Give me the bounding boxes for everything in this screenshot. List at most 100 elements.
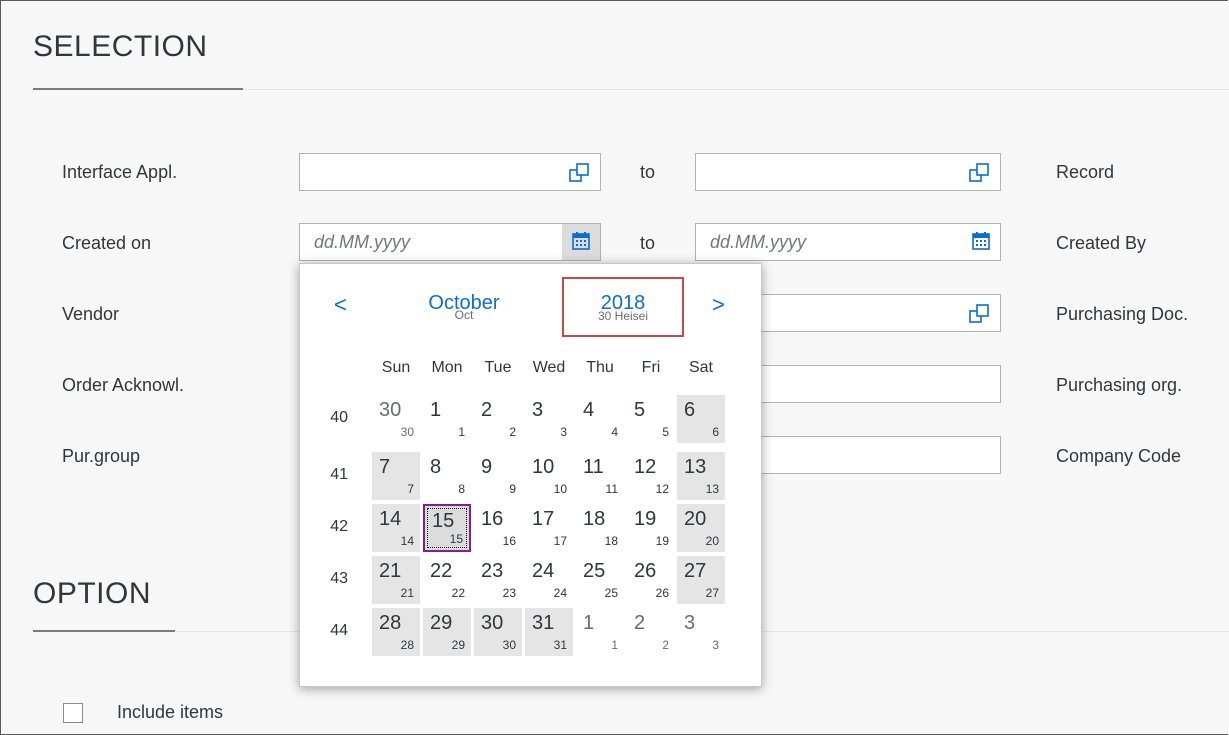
day-secondary-number: 12 <box>655 482 669 496</box>
day-number: 30 <box>379 399 402 421</box>
calendar-button[interactable] <box>962 224 1000 260</box>
created-on-from-input[interactable]: dd.MM.yyyy <box>299 223 601 261</box>
option-title: OPTION <box>33 577 152 610</box>
calendar-day[interactable]: 55 <box>627 395 675 443</box>
calendar-day[interactable]: 22 <box>627 608 675 656</box>
day-secondary-number: 14 <box>400 534 414 548</box>
calendar-day[interactable]: 23 23 <box>474 556 522 604</box>
calendar-day[interactable]: 26 26 <box>627 556 675 604</box>
created-on-from-placeholder: dd.MM.yyyy <box>314 232 411 252</box>
day-secondary-number: 1 <box>611 638 618 652</box>
day-secondary-number: 21 <box>400 586 414 600</box>
calendar-day[interactable]: 31 31 <box>525 608 573 656</box>
calendar-day[interactable]: 22 <box>474 395 522 443</box>
day-secondary-number: 3 <box>560 425 567 439</box>
calendar-day[interactable]: 11 <box>576 608 624 656</box>
created-by-label: Created By <box>1056 233 1147 253</box>
calendar-day[interactable]: 30 30 <box>474 608 522 656</box>
calendar-day[interactable]: 20 20 <box>677 504 725 552</box>
day-secondary-number: 29 <box>451 638 465 652</box>
calendar-day[interactable]: 22 22 <box>423 556 471 604</box>
day-number: 13 <box>684 456 707 478</box>
calendar-day[interactable]: 33 <box>525 395 573 443</box>
day-number: 3 <box>684 612 696 634</box>
created-on-to-input[interactable]: dd.MM.yyyy <box>695 223 1001 261</box>
calendar-day[interactable]: 21 21 <box>372 556 420 604</box>
calendar-day[interactable]: 13 13 <box>677 452 725 500</box>
weekday-tue: Tue <box>484 359 512 376</box>
day-number: 28 <box>379 612 402 634</box>
company-code-label: Company Code <box>1056 446 1182 466</box>
week-number: 43 <box>330 570 348 587</box>
calendar-day[interactable]: 11 11 <box>576 452 624 500</box>
day-secondary-number: 10 <box>553 482 567 496</box>
day-secondary-number: 9 <box>509 482 516 496</box>
day-number: 20 <box>684 508 707 530</box>
day-number: 4 <box>583 399 595 421</box>
weekday-fri: Fri <box>641 359 661 376</box>
day-number: 11 <box>583 456 604 478</box>
include-items-label: Include items <box>117 702 224 722</box>
day-secondary-number: 22 <box>451 586 465 600</box>
interface-appl-to-input[interactable] <box>695 153 1001 191</box>
calendar-day[interactable]: 10 10 <box>525 452 573 500</box>
calendar-day[interactable]: 16 16 <box>474 504 522 552</box>
calendar-day[interactable]: 33 <box>677 608 725 656</box>
calendar-day[interactable]: 12 12 <box>627 452 675 500</box>
calendar-icon <box>972 232 990 250</box>
calendar-day[interactable]: 14 14 <box>372 504 420 552</box>
calendar-day[interactable]: 27 27 <box>677 556 725 604</box>
calendar-day[interactable]: 77 <box>372 452 420 500</box>
purchasing-doc-label: Purchasing Doc. <box>1056 304 1189 324</box>
calendar-day[interactable]: 99 <box>474 452 522 500</box>
interface-appl-from-input[interactable] <box>299 153 601 191</box>
prev-month-button[interactable]: < <box>334 292 347 318</box>
day-secondary-number: 19 <box>655 534 669 548</box>
calendar-day[interactable]: 28 28 <box>372 608 420 656</box>
calendar-day[interactable]: 44 <box>576 395 624 443</box>
day-number: 24 <box>532 560 555 582</box>
day-secondary-number: 15 <box>449 532 463 546</box>
day-number: 25 <box>583 560 606 582</box>
week-number: 41 <box>330 466 348 483</box>
day-number: 7 <box>379 456 391 478</box>
calendar-day[interactable]: 25 25 <box>576 556 624 604</box>
weekday-thu: Thu <box>586 359 614 376</box>
calendar-day[interactable]: 66 <box>677 395 725 443</box>
day-secondary-number: 20 <box>705 534 719 548</box>
week-number: 42 <box>330 518 348 535</box>
day-number: 2 <box>634 612 646 634</box>
day-number: 16 <box>481 508 504 530</box>
next-month-button[interactable]: > <box>712 292 725 318</box>
value-help-icon[interactable] <box>568 161 592 185</box>
day-number: 19 <box>634 508 657 530</box>
day-secondary-number: 11 <box>605 482 618 496</box>
calendar-day[interactable]: 18 18 <box>576 504 624 552</box>
calendar-day[interactable]: 17 17 <box>525 504 573 552</box>
day-number: 9 <box>481 456 493 478</box>
calendar-day[interactable]: 88 <box>423 452 471 500</box>
month-picker-button[interactable]: October Oct <box>394 292 534 328</box>
interface-appl-to-label: to <box>640 162 656 182</box>
day-number: 1 <box>430 399 442 421</box>
value-help-icon[interactable] <box>968 161 992 185</box>
calendar-day[interactable]: 29 29 <box>423 608 471 656</box>
selection-title: SELECTION <box>33 30 208 63</box>
vendor-label: Vendor <box>62 304 120 324</box>
value-help-icon[interactable] <box>968 302 992 326</box>
day-secondary-number: 23 <box>502 586 516 600</box>
calendar-icon <box>572 232 590 250</box>
calendar-button[interactable] <box>562 224 600 260</box>
calendar-day[interactable]: 15 15 <box>423 504 471 552</box>
calendar-day[interactable]: 19 19 <box>627 504 675 552</box>
include-items-checkbox[interactable] <box>63 703 83 723</box>
week-number: 44 <box>330 622 348 639</box>
day-secondary-number: 8 <box>458 482 465 496</box>
calendar-day[interactable]: 24 24 <box>525 556 573 604</box>
day-number: 5 <box>634 399 646 421</box>
calendar-day[interactable]: 11 <box>423 395 471 443</box>
day-number: 6 <box>684 399 696 421</box>
created-on-to-placeholder: dd.MM.yyyy <box>710 232 807 252</box>
year-picker-button[interactable]: 2018 30 Heisei <box>562 277 684 337</box>
calendar-day[interactable]: 30 30 <box>372 395 420 443</box>
